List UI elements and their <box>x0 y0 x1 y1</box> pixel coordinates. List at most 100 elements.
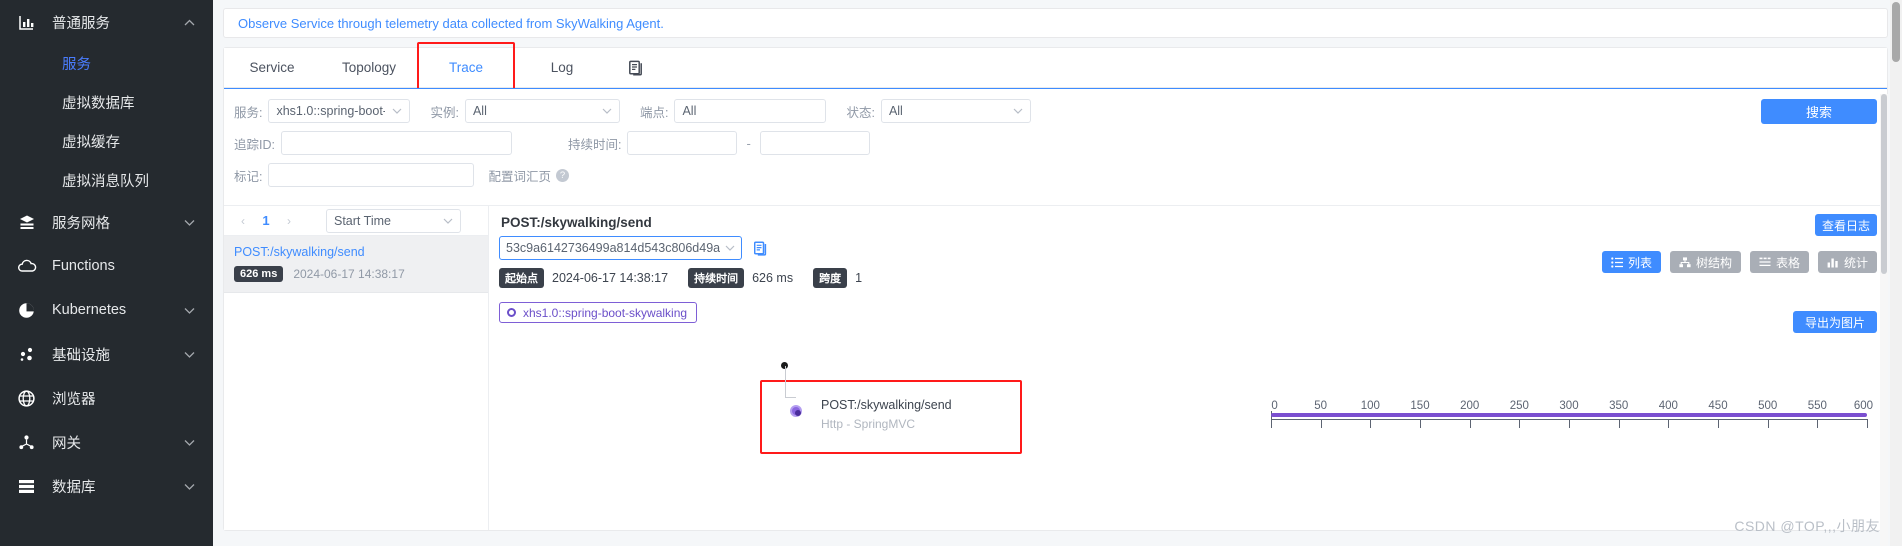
stat-value-start: 2024-06-17 14:38:17 <box>552 271 669 285</box>
span-connector-line <box>785 366 786 398</box>
sidebar-item-virtual-cache[interactable]: 虚拟缓存 <box>0 122 213 161</box>
trace-detail-panel: POST:/skywalking/send 53c9a6142736499a81… <box>489 206 1887 530</box>
export-button-label: 导出为图片 <box>1804 315 1865 330</box>
instance-select[interactable]: All <box>464 99 620 123</box>
tab-trace[interactable]: Trace <box>417 42 516 97</box>
chevron-up-icon <box>182 19 196 26</box>
copy-icon[interactable] <box>754 240 768 256</box>
status-label: 状态: <box>846 105 875 120</box>
view-mode-list[interactable]: 列表 <box>1601 251 1661 273</box>
sidebar-group-label: Functions <box>52 258 115 274</box>
cloud-icon <box>18 259 46 273</box>
sidebar-group-infrastructure[interactable]: 基础设施 <box>0 332 213 376</box>
search-button-label: 搜索 <box>1805 105 1832 120</box>
pagination: ‹ 1 › Start Time <box>224 206 488 236</box>
view-mode-table[interactable]: 表格 <box>1749 251 1809 273</box>
view-mode-label: 树结构 <box>1695 255 1732 270</box>
tag-input[interactable] <box>268 163 475 187</box>
span-label-group: POST:/skywalking/send Http - SpringMVC <box>821 398 952 431</box>
span-connector-line <box>785 397 796 398</box>
sidebar-item-label: 虚拟数据库 <box>62 96 135 112</box>
pagination-page-1[interactable]: 1 <box>254 213 278 228</box>
service-select[interactable]: xhs1.0::spring-boot-skyw <box>268 99 411 123</box>
tab-topology[interactable]: Topology <box>320 48 418 87</box>
copy-pages-icon[interactable] <box>610 48 662 87</box>
endpoint-label: 端点: <box>639 105 669 120</box>
trace-item-meta: 626 ms 2024-06-17 14:38:17 <box>234 266 478 282</box>
sidebar-item-virtual-database[interactable]: 虚拟数据库 <box>0 83 213 122</box>
trace-id-select[interactable]: 53c9a6142736499a814d543c806d49ad.54.1718… <box>499 236 742 260</box>
trace-panel: Service Topology Trace Log 服务: xhs1.0::s… <box>223 42 1888 531</box>
duration-max-input[interactable] <box>759 131 870 155</box>
sidebar-item-label: 服务 <box>62 57 91 73</box>
span-node-dot-icon <box>790 405 802 417</box>
sidebar-group-label: 普通服务 <box>52 15 110 32</box>
status-select[interactable]: All <box>880 99 1031 123</box>
sidebar-item-label: 虚拟缓存 <box>62 135 120 151</box>
sidebar-group-browser[interactable]: 浏览器 <box>0 376 213 420</box>
sidebar-group-label: Kubernetes <box>52 302 127 318</box>
panel-scrollbar-thumb[interactable] <box>1881 94 1887 274</box>
sidebar-group-service-mesh[interactable]: 服务网格 <box>0 200 213 244</box>
chevron-down-icon <box>182 483 196 490</box>
trace-item-operation: POST:/skywalking/send <box>234 245 365 259</box>
config-vocabulary-link[interactable]: 配置词汇页 ? <box>488 166 569 185</box>
instance-select-value: All <box>472 104 487 118</box>
trace-list-panel: ‹ 1 › Start Time POST:/skywalking/send 6… <box>224 206 489 530</box>
sidebar-group-gateway[interactable]: 网关 <box>0 420 213 464</box>
tab-service[interactable]: Service <box>224 48 320 87</box>
filter-row-2: 追踪ID: 持续时间: - <box>234 131 1877 155</box>
watermark: CSDN @TOP,,,小朋友 <box>1734 518 1880 534</box>
stat-label-duration: 持续时间 <box>688 268 745 288</box>
sidebar-group-label: 基础设施 <box>52 347 110 364</box>
globe-icon <box>18 389 46 407</box>
main-content: Observe Service through telemetry data c… <box>213 0 1902 546</box>
sidebar-group-functions[interactable]: Functions <box>0 244 213 288</box>
sidebar-item-virtual-mq[interactable]: 虚拟消息队列 <box>0 161 213 200</box>
chevron-down-icon <box>595 108 612 114</box>
duration-min-input[interactable] <box>627 131 738 155</box>
status-select-value: All <box>888 104 903 118</box>
tab-log[interactable]: Log <box>514 48 610 87</box>
page-scrollbar[interactable] <box>1890 0 1902 546</box>
view-mode-group: 列表 树结构 表格 统计 <box>1593 251 1877 273</box>
endpoint-select[interactable]: All <box>674 99 827 123</box>
service-tag-label: xhs1.0::spring-boot-skywalking <box>523 305 688 320</box>
view-mode-label: 统计 <box>1843 255 1868 270</box>
sidebar-group-common-services[interactable]: 普通服务 <box>0 0 213 44</box>
sidebar-group-label: 服务网格 <box>52 215 110 232</box>
search-button[interactable]: 搜索 <box>1761 99 1877 124</box>
sidebar-group-database[interactable]: 数据库 <box>0 464 213 508</box>
page-scrollbar-thumb[interactable] <box>1892 2 1900 62</box>
chevron-down-icon <box>443 218 453 224</box>
sort-select-value: Start Time <box>334 213 391 228</box>
panel-scrollbar[interactable] <box>1880 94 1888 546</box>
service-tag[interactable]: xhs1.0::spring-boot-skywalking <box>499 302 698 323</box>
view-log-button[interactable]: 查看日志 <box>1815 214 1877 236</box>
tab-label: Log <box>550 60 574 75</box>
help-icon[interactable]: ? <box>556 168 569 182</box>
pie-icon <box>18 302 46 319</box>
sidebar-item-services[interactable]: 服务 <box>0 44 213 83</box>
pagination-next[interactable]: › <box>278 214 300 228</box>
span-duration-bar[interactable] <box>1271 413 1867 417</box>
instance-label: 实例: <box>430 105 459 120</box>
stat-value-duration: 626 ms <box>752 271 794 285</box>
sort-select[interactable]: Start Time <box>326 208 461 233</box>
traceid-input[interactable] <box>280 131 512 155</box>
view-mode-tree[interactable]: 树结构 <box>1669 251 1741 273</box>
span-row[interactable]: POST:/skywalking/send Http - SpringMVC <box>499 362 1877 454</box>
trace-list-item[interactable]: POST:/skywalking/send 626 ms 2024-06-17 … <box>224 236 488 293</box>
filter-bar: 服务: xhs1.0::spring-boot-skyw 实例: All <box>224 88 1887 205</box>
view-mode-label: 列表 <box>1627 255 1652 270</box>
pagination-prev[interactable]: ‹ <box>232 214 254 228</box>
view-log-label: 查看日志 <box>1821 218 1870 233</box>
app-root: 普通服务 服务 虚拟数据库 虚拟缓存 虚拟消息队列 服务网格 Functions… <box>0 0 1902 546</box>
sidebar-item-label: 虚拟消息队列 <box>62 174 149 190</box>
sidebar-group-kubernetes[interactable]: Kubernetes <box>0 288 213 332</box>
stat-label-start: 起始点 <box>499 268 544 288</box>
export-image-button[interactable]: 导出为图片 <box>1793 311 1877 333</box>
notice-text: Observe Service through telemetry data c… <box>238 15 664 31</box>
view-mode-stats[interactable]: 统计 <box>1817 251 1877 273</box>
list-icon <box>1611 256 1623 268</box>
